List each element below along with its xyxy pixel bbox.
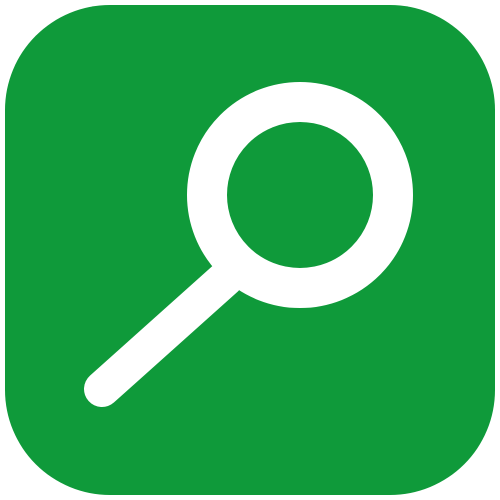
search-app-icon[interactable] xyxy=(0,0,500,500)
icon-canvas xyxy=(0,0,500,500)
